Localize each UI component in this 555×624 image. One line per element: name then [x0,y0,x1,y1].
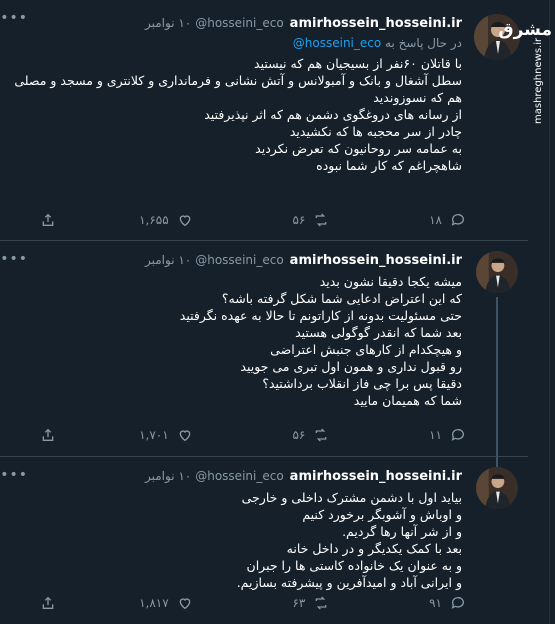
tweet-line: به عمامه سر روحانیون که تعرض نکردید [255,141,462,156]
avatar[interactable] [476,467,518,509]
retweet-icon [316,213,327,227]
reply-icon [451,597,464,609]
like-count: ۱,۸۱۷ [139,596,169,610]
share-icon [42,428,54,441]
tweet-text: با قاتلان ۶۰نفر از بسیجیان هم که نیستید … [10,55,462,174]
more-options-icon[interactable]: ••• [0,251,28,267]
retweet-icon [316,596,327,610]
tweet-date[interactable]: ۱۰ نوامبر [145,253,191,267]
retweet-icon [316,428,327,442]
profile-photo [476,467,518,509]
watermark: مشرق mashreghnews.ir [498,0,555,130]
share-icon [42,213,54,226]
like-button[interactable]: ۱,۷۰۱ [103,427,193,443]
thread-connector [496,297,498,457]
tweet-header: amirhossein_hosseini.ir @hosseini_eco ۱۰… [145,250,462,270]
tweet-text: بیاید اول با دشمن مشترک داخلی و خارجی و … [10,489,462,591]
profile-photo [476,251,518,293]
reply-count: ۱۸ [429,213,442,227]
tweet-actions: ۱۸ ۵۶ ۱,۶۵۵ [36,210,466,230]
tweet-date[interactable]: ۱۰ نوامبر [145,16,191,30]
tweet-thread: amirhossein_hosseini.ir @hosseini_eco ۱۰… [0,0,555,624]
tweet-line: بیاید اول با دشمن مشترک داخلی و خارجی [241,490,462,505]
author-name[interactable]: amirhossein_hosseini.ir [290,469,462,484]
tweet-line: چادر از سر محجبه ها که نکشیدید [289,124,462,139]
tweet-header: amirhossein_hosseini.ir @hosseini_eco ۱۰… [145,466,462,486]
replying-to: در حال پاسخ به @hosseini_eco [293,36,462,50]
retweet-button[interactable]: ۵۶ [239,427,329,443]
tweet-line: و به عنوان یک خانواده کاستی ها را جبران [246,558,462,573]
share-icon [42,596,54,609]
tweet-line: از رسانه های دروغگوی دشمن هم که اثر نپذی… [204,107,462,122]
tweet-line: سطل آشغال و بانک و آمبولانس و آتش نشانی … [14,73,462,88]
tweet-line: که این اعتراض ادعایی شما شکل گرفته باشه؟ [221,291,462,306]
heart-icon [179,598,191,610]
tweet-line: شاهچراغم که کار شما نبوده [316,158,462,173]
like-count: ۱,۶۵۵ [139,213,169,227]
more-options-icon[interactable]: ••• [0,10,28,26]
tweet[interactable]: amirhossein_hosseini.ir @hosseini_eco ۱۰… [0,0,528,240]
reply-button[interactable]: ۹۱ [376,595,466,611]
reply-icon [451,214,464,226]
thread-connector [496,455,498,467]
tweet-line: حتی مسئولیت بدونه از کاراتونم تا حالا به… [179,308,462,323]
tweet-line: بعد با کمک یکدیگر و در داخل خانه [286,541,462,556]
tweet-line: هم که نسوزوندید [373,90,462,105]
author-handle[interactable]: @hosseini_eco [195,253,283,267]
author-handle[interactable]: @hosseini_eco [195,16,283,30]
tweet-line: شما که همیمان مایید [353,393,462,408]
watermark-url: mashreghnews.ir [533,37,544,124]
like-button[interactable]: ۱,۶۵۵ [103,212,193,228]
retweet-count: ۵۶ [292,213,306,227]
share-button[interactable] [36,212,56,228]
tweet-line: رو قبول نداری و همون اول تبری می جویید [240,359,462,374]
like-button[interactable]: ۱,۸۱۷ [103,595,193,611]
author-name[interactable]: amirhossein_hosseini.ir [290,16,462,31]
tweet-text: میشه یکجا دقیقا نشون بدید که این اعتراض … [10,273,462,409]
tweet-actions: ۱۱ ۵۶ ۱,۷۰۱ [36,425,466,445]
reply-count: ۹۱ [429,596,442,610]
more-options-icon[interactable]: ••• [0,467,28,483]
tweet-line: و هیچکدام از کارهای جنبش اعتراضی [270,342,462,357]
like-count: ۱,۷۰۱ [139,428,169,442]
heart-icon [179,430,191,442]
retweet-count: ۶۳ [292,596,306,610]
reply-button[interactable]: ۱۱ [376,427,466,443]
heart-icon [179,215,191,227]
tweet[interactable]: amirhossein_hosseini.ir @hosseini_eco ۱۰… [0,455,528,624]
tweet-line: با قاتلان ۶۰نفر از بسیجیان هم که نیستید [254,56,462,71]
tweet-line: و اوباش و آشوبگر برخورد کنیم [302,507,462,522]
retweet-count: ۵۶ [292,428,306,442]
reply-icon [451,429,464,441]
replying-to-handle[interactable]: @hosseini_eco [293,36,381,50]
tweet-line: میشه یکجا دقیقا نشون بدید [319,274,462,289]
replying-to-label: در حال پاسخ به [385,36,462,50]
retweet-button[interactable]: ۵۶ [239,212,329,228]
reply-button[interactable]: ۱۸ [376,212,466,228]
share-button[interactable] [36,595,56,611]
tweet-date[interactable]: ۱۰ نوامبر [145,469,191,483]
avatar[interactable] [476,251,518,293]
tweet-line: بعد شما که انقدر گوگولی هستید [295,325,462,340]
tweet-actions: ۹۱ ۶۳ ۱,۸۱۷ [36,593,466,613]
retweet-button[interactable]: ۶۳ [239,595,329,611]
tweet-header: amirhossein_hosseini.ir @hosseini_eco ۱۰… [145,13,462,33]
share-button[interactable] [36,427,56,443]
tweet[interactable]: amirhossein_hosseini.ir @hosseini_eco ۱۰… [0,240,528,457]
author-handle[interactable]: @hosseini_eco [195,469,283,483]
tweet-line: دقیقا پس برا چی فاز انقلاب برداشتید؟ [262,376,462,391]
reply-count: ۱۱ [429,428,442,442]
tweet-line: و از شر آنها رها گردیم. [342,524,462,539]
tweet-line: و ایرانی آباد و امیدآفرین و پیشرفته بساز… [236,575,462,590]
author-name[interactable]: amirhossein_hosseini.ir [290,253,462,268]
